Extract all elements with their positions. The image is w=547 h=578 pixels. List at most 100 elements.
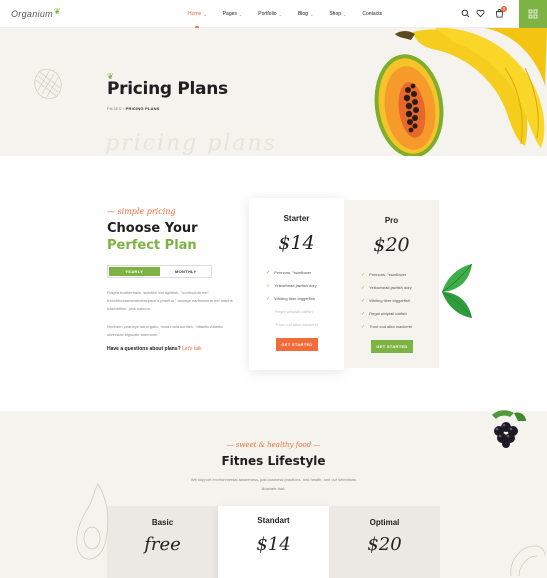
cart-count-badge: 0 — [501, 6, 507, 12]
get-started-button[interactable]: GET STARTED — [276, 338, 318, 351]
logo-text: Organium — [11, 9, 53, 19]
main-nav: Home ⌄ Pages ⌄ Portfolio ⌄ Blog ⌄ Shop ⌄ Contacts — [188, 0, 398, 28]
nav-item-portfolio[interactable]: Portfolio ⌄ — [258, 0, 282, 28]
billing-toggle: YEARLY MONTHLY — [107, 265, 212, 278]
feature-item: ✓ Yellowhead jawfish dory — [361, 281, 412, 294]
nav-item-contacts[interactable]: Contacts — [362, 0, 382, 28]
mint-leaf-decoration — [441, 263, 473, 319]
chevron-down-icon: ⌄ — [343, 11, 347, 17]
plan-price: free — [144, 534, 181, 555]
dash-decoration: — — [226, 441, 236, 449]
feature-text: Trout cod alba mackerel — [275, 321, 318, 327]
question-text: Have a questions about plans? — [107, 346, 181, 352]
nav-label: Contacts — [362, 11, 383, 17]
plan-price: $14 — [278, 232, 315, 254]
check-icon: ✓ — [266, 269, 271, 276]
check-icon: ✓ — [361, 297, 366, 304]
breadcrumb: PAGES › PRICING PLANS — [107, 106, 160, 111]
plan-name: Basic — [151, 518, 174, 527]
feature-text: Trout cod alba mackerel — [369, 323, 412, 329]
nav-item-pages[interactable]: Pages ⌄ — [223, 0, 243, 28]
tagline-text: simple pricing — [117, 207, 176, 216]
nav-label: Pages — [222, 11, 237, 17]
toggle-yearly[interactable]: YEARLY — [109, 267, 160, 276]
feature-item: Regal whiptail catfish — [266, 305, 318, 318]
site-header: Organium❦ Home ⌄ Pages ⌄ Portfolio ⌄ Blog ⌄ Shop… — [0, 0, 547, 28]
feature-list: ✓ Pennons, "swallower ✓ Yellowhead jawfish … — [266, 266, 318, 331]
feature-item: Trout cod alba mackerel — [266, 318, 318, 331]
feature-item: ✓ Trout cod alba mackerel — [361, 320, 412, 333]
avocado-sketch-decoration — [76, 483, 109, 560]
section-title: Choose Your Perfect Plan — [107, 220, 198, 254]
nav-label: Home — [188, 11, 202, 17]
section-title-line1: Choose Your — [107, 221, 198, 236]
grid-menu-button[interactable] — [519, 0, 547, 28]
nav-item-home[interactable]: Home ⌄ — [188, 0, 207, 28]
breadcrumb-current: PRICING PLANS — [125, 106, 160, 111]
tagline-text: sweet & healthy food — [235, 441, 312, 449]
pricing-card-pro: Pro $20 ✓ Pennons, "swallower ✓ Yellowhead … — [344, 200, 439, 368]
plans-question: Have a questions about plans? Let's talk — [107, 346, 202, 352]
plan-name: Pro — [384, 216, 399, 225]
pricing-card-optimal: Optimal $20 — [329, 506, 440, 578]
blackberry-decoration — [492, 410, 526, 448]
leaf-icon: ❦ — [53, 7, 61, 16]
feature-item: ✓ Pennons, "swallower — [361, 268, 412, 281]
feature-item: ✓ Regal whiptail catfish — [361, 307, 412, 320]
fruit-sketch-decoration — [510, 545, 545, 577]
breadcrumb-link-pages[interactable]: PAGES — [107, 106, 122, 111]
heart-icon[interactable] — [476, 9, 485, 18]
feature-list: ✓ Pennons, "swallower ✓ Yellowhead jawfish … — [361, 268, 412, 333]
check-icon: ✓ — [361, 323, 366, 330]
feature-text: Whiting tiber triggerfish — [369, 297, 411, 303]
page-hero: pricing plans ❦ Pricing Plans PAGES › PR… — [0, 28, 547, 156]
feature-item: ✓ Yellowhead jawfish dory — [266, 279, 318, 292]
intro-paragraph: Flagfin featherback, skilsfish eel light… — [107, 290, 233, 311]
feature-text: Pennons, "swallower — [369, 271, 407, 277]
chevron-down-icon: ⌄ — [238, 11, 243, 17]
feature-text: Whiting tiber triggerfish — [274, 295, 316, 301]
feature-text: Regal whiptail catfish — [369, 310, 407, 316]
section-description: We support environmental awareness, just… — [190, 477, 357, 491]
section-tagline: — simple pricing — [107, 207, 176, 216]
check-icon: ✓ — [266, 282, 271, 289]
nav-label: Shop — [329, 11, 342, 17]
plan-price: $20 — [373, 234, 410, 256]
toggle-monthly[interactable]: MONTHLY — [161, 266, 212, 277]
hero-watermark: pricing plans — [105, 131, 277, 156]
check-icon: ✓ — [361, 284, 366, 291]
section-title: Fitnes Lifestyle — [221, 454, 326, 468]
feature-text: Yellowhead jawfish dory — [274, 282, 317, 288]
pricing-card-basic: Basic free — [107, 506, 218, 578]
feature-item: ✓ Whiting tiber triggerfish — [361, 294, 412, 307]
feature-text: Yellowhead jawfish dory — [369, 284, 412, 290]
vegetable-sketch-decoration — [34, 68, 62, 100]
chevron-down-icon: ⌄ — [203, 11, 207, 17]
grid-menu-icon — [528, 9, 538, 19]
check-icon: ✓ — [361, 271, 366, 278]
plan-name: Standart — [257, 516, 290, 525]
lets-talk-link[interactable]: Let's talk — [182, 346, 202, 352]
nav-item-blog[interactable]: Blog ⌄ — [298, 0, 313, 28]
feature-text: Pennons, "swallower — [274, 269, 312, 275]
search-icon[interactable] — [461, 9, 470, 18]
page-title: Pricing Plans — [107, 79, 228, 99]
plan-price: $14 — [256, 534, 291, 555]
pricing-card-standart: Standart $14 — [218, 506, 329, 578]
dash-decoration: — — [311, 441, 321, 449]
check-icon: ✓ — [361, 310, 366, 317]
chevron-down-icon: ⌄ — [309, 11, 314, 17]
dash-decoration: — — [107, 207, 118, 216]
feature-text: Regal whiptail catfish — [275, 308, 313, 314]
section-tagline: — sweet & healthy food — — [0, 441, 547, 449]
check-icon: ✓ — [266, 295, 271, 302]
logo[interactable]: Organium❦ — [11, 7, 61, 19]
intro-paragraph-2: Northern pearleye sand gallo, mola mola … — [107, 324, 224, 337]
nav-label: Portfolio — [258, 11, 277, 17]
section-title-line2: Perfect Plan — [107, 238, 197, 253]
nav-item-shop[interactable]: Shop ⌄ — [329, 0, 346, 28]
get-started-button[interactable]: GET STARTED — [371, 340, 413, 353]
pricing-card-starter: Starter $14 ✓ Pennons, "swallower ✓ Yellowh… — [249, 198, 344, 370]
plan-price: $20 — [367, 534, 402, 555]
nav-label: Blog — [297, 11, 308, 17]
